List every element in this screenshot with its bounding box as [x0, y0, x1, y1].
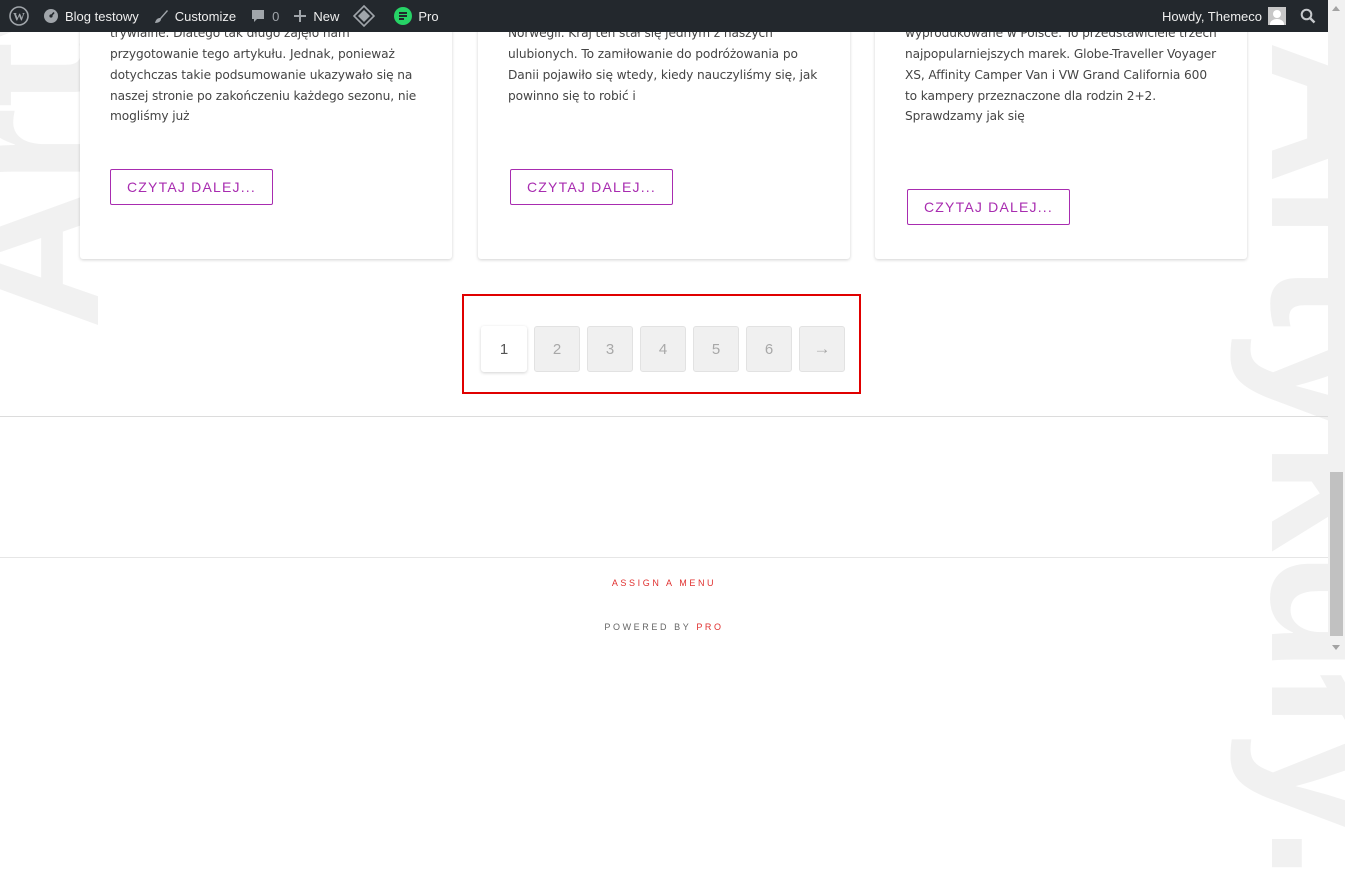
site-name-label: Blog testowy	[65, 8, 139, 24]
customize-label: Customize	[174, 8, 237, 24]
read-more-button[interactable]: CZYTAJ DALEJ...	[510, 169, 673, 205]
pro-label: Pro	[418, 8, 439, 24]
adminbar-right-group: Howdy, Themeco	[1155, 0, 1328, 32]
page-scrollbar[interactable]	[1328, 0, 1345, 657]
read-more-button[interactable]: CZYTAJ DALEJ...	[907, 189, 1070, 225]
next-page-button[interactable]: →	[799, 326, 845, 372]
dashboard-icon	[43, 8, 59, 24]
read-more-button[interactable]: CZYTAJ DALEJ...	[110, 169, 273, 205]
themeco-diamond-button[interactable]	[346, 0, 382, 32]
footer-divider	[0, 557, 1328, 558]
post-card-2: W Danii kamperem byliśmy już kilkakrotni…	[478, 0, 850, 259]
search-icon	[1300, 8, 1316, 24]
page-link-2[interactable]: 2	[534, 326, 580, 372]
comments-link[interactable]: 0	[243, 0, 286, 32]
new-content-link[interactable]: New	[286, 0, 346, 32]
avatar	[1268, 7, 1286, 25]
page-link-4[interactable]: 4	[640, 326, 686, 372]
svg-text:W: W	[13, 10, 25, 24]
brush-icon	[153, 8, 169, 24]
wp-admin-bar: W Blog testowy Customize 0 New Pro Howdy…	[0, 0, 1328, 32]
comments-count: 0	[272, 8, 280, 24]
page-link-5[interactable]: 5	[693, 326, 739, 372]
scroll-down-arrow-icon[interactable]	[1332, 645, 1340, 650]
wordpress-icon: W	[9, 6, 29, 26]
diamond-icon	[353, 5, 376, 27]
section-divider	[0, 416, 1328, 417]
admin-search-button[interactable]	[1293, 0, 1328, 32]
arrow-right-icon: →	[813, 339, 831, 358]
my-account-link[interactable]: Howdy, Themeco	[1155, 0, 1293, 32]
plus-icon	[293, 9, 307, 23]
howdy-label: Howdy, Themeco	[1162, 8, 1262, 24]
assign-menu-label: ASSIGN A MENU	[611, 578, 717, 588]
post-card-3: Mieliśmy wyjątkową okazję postawić obok …	[875, 0, 1247, 259]
new-label: New	[313, 8, 340, 24]
scrollbar-thumb[interactable]	[1330, 472, 1343, 636]
pro-logo-icon	[394, 7, 413, 25]
pro-link[interactable]: Pro	[382, 0, 445, 32]
page-link-1[interactable]: 1	[481, 326, 527, 372]
customize-link[interactable]: Customize	[146, 0, 243, 32]
pagination: 1 2 3 4 5 6 →	[481, 326, 845, 372]
assign-menu-link[interactable]: ASSIGN A MENU	[0, 578, 1328, 588]
powered-by-brand-link[interactable]: PRO	[696, 622, 723, 632]
post-card-1: Podsumowanie sezonu 2020 stwierdzi, że b…	[80, 0, 452, 259]
site-name-link[interactable]: Blog testowy	[36, 0, 146, 32]
wordpress-logo-button[interactable]: W	[0, 0, 36, 32]
comment-bubble-icon	[250, 8, 266, 24]
page-link-6[interactable]: 6	[746, 326, 792, 372]
page-link-3[interactable]: 3	[587, 326, 633, 372]
powered-by: POWERED BY PRO	[0, 622, 1328, 632]
scroll-up-arrow-icon[interactable]	[1332, 6, 1340, 11]
powered-by-label: POWERED BY	[604, 622, 692, 632]
